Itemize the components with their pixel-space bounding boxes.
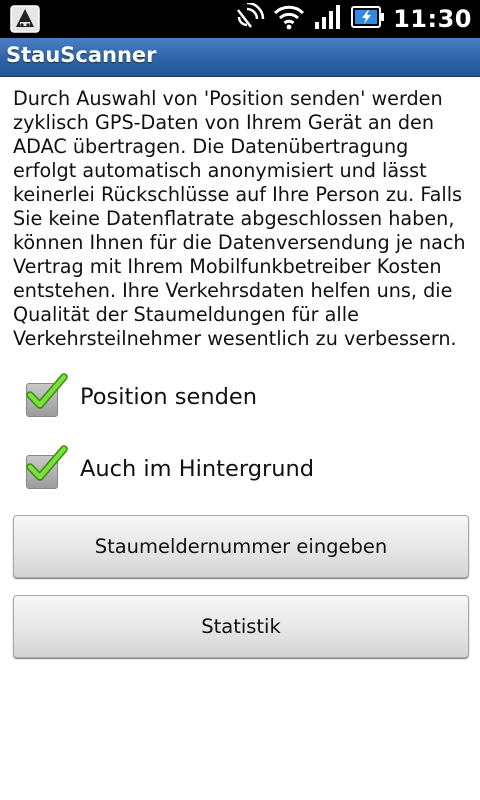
auch-im-hintergrund-checkbox[interactable] [26,445,68,489]
checkmark-icon [26,445,68,481]
description-text: Durch Auswahl von 'Position senden' werd… [13,87,466,350]
notification-app-icon [10,5,40,33]
statistik-button[interactable]: Statistik [13,595,469,658]
checkbox-row-auch-im-hintergrund[interactable]: Auch im Hintergrund [26,444,314,494]
status-bar: 11:30 [0,0,480,38]
signal-icon [313,4,343,34]
wifi-icon [273,4,305,34]
staumeldernummer-eingeben-button[interactable]: Staumeldernummer eingeben [13,515,469,578]
checkmark-icon [26,373,68,409]
battery-charging-icon [351,4,385,34]
status-time: 11:30 [393,5,472,33]
position-senden-label: Position senden [80,384,257,410]
title-bar: StauScanner [0,38,480,77]
checkbox-row-position-senden[interactable]: Position senden [26,372,257,422]
app-title: StauScanner [6,43,157,67]
position-senden-checkbox[interactable] [26,373,68,417]
nfc-icon [235,1,265,35]
status-icons: 11:30 [235,0,472,38]
auch-im-hintergrund-label: Auch im Hintergrund [80,456,315,482]
